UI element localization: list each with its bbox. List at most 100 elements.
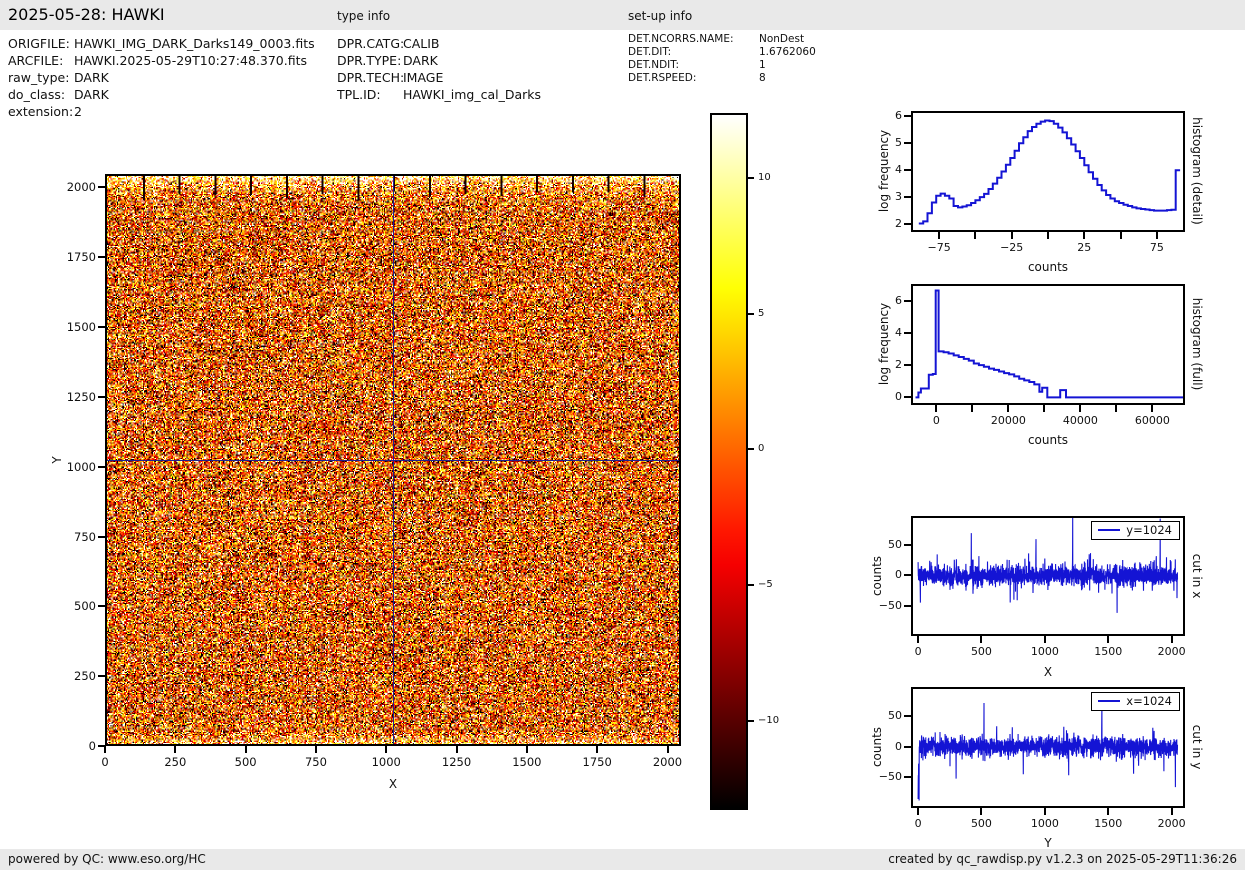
x-tick-label: 20000 bbox=[978, 414, 1038, 427]
x-tick-mark bbox=[1011, 232, 1013, 239]
x-tick-mark bbox=[1151, 405, 1153, 412]
y-tick-label: 0 bbox=[856, 568, 902, 581]
y-tick-label: 4 bbox=[856, 326, 902, 339]
footer-left-text: powered by QC: www.eso.org/HC bbox=[8, 852, 206, 866]
info-value: 2 bbox=[74, 103, 82, 120]
x-tick-mark bbox=[917, 808, 919, 815]
y-tick-label: 500 bbox=[50, 599, 96, 613]
colorbar-tick-label: 5 bbox=[758, 308, 764, 319]
setup-info-heading: set-up info bbox=[628, 9, 692, 23]
colorbar-tick-label: −10 bbox=[758, 715, 779, 726]
y-tick-mark bbox=[98, 396, 105, 398]
y-tick-mark bbox=[98, 326, 105, 328]
info-row: DET.RSPEED:8 bbox=[628, 72, 816, 85]
x-tick-label: 0 bbox=[906, 414, 966, 427]
detector-image-plot bbox=[105, 174, 681, 746]
colorbar-tick-label: 0 bbox=[758, 443, 764, 454]
y-tick-mark bbox=[98, 605, 105, 607]
file-info-block: ORIGFILE:HAWKI_IMG_DARK_Darks149_0003.fi… bbox=[8, 35, 315, 120]
y-tick-label: 0 bbox=[50, 739, 96, 753]
colorbar-tick-mark bbox=[748, 720, 754, 722]
y-tick-label: 1250 bbox=[50, 390, 96, 404]
x-tick-label: −25 bbox=[982, 241, 1042, 254]
y-tick-mark bbox=[904, 300, 911, 302]
x-tick-label: −75 bbox=[909, 241, 969, 254]
legend-line-sample bbox=[1098, 700, 1120, 702]
y-tick-label: 1750 bbox=[50, 250, 96, 264]
colorbar-tick-label: −5 bbox=[758, 579, 773, 590]
info-value: DARK bbox=[403, 52, 438, 69]
colorbar-tick-mark bbox=[748, 584, 754, 586]
info-value: HAWKI_img_cal_Darks bbox=[403, 86, 541, 103]
info-label: DET.DIT: bbox=[628, 46, 759, 59]
y-tick-mark bbox=[904, 746, 911, 748]
x-tick-label: 1000 bbox=[366, 755, 406, 769]
page-title: 2025-05-28: HAWKI bbox=[8, 5, 165, 24]
y-tick-mark bbox=[904, 196, 911, 198]
x-tick-label: 1000 bbox=[1015, 645, 1075, 658]
y-tick-label: 2000 bbox=[50, 180, 96, 194]
y-tick-mark bbox=[904, 223, 911, 225]
info-value: NonDest bbox=[759, 33, 804, 46]
info-row: TPL.ID:HAWKI_img_cal_Darks bbox=[337, 86, 541, 103]
y-tick-mark bbox=[904, 115, 911, 117]
info-row: extension:2 bbox=[8, 103, 315, 120]
x-tick-label: 40000 bbox=[1050, 414, 1110, 427]
info-row: raw_type:DARK bbox=[8, 69, 315, 86]
y-tick-label: 3 bbox=[856, 190, 902, 203]
legend-line-sample bbox=[1098, 529, 1120, 531]
info-label: extension: bbox=[8, 103, 74, 120]
histogram-detail-plot bbox=[911, 111, 1185, 232]
info-row: do_class:DARK bbox=[8, 86, 315, 103]
info-value: HAWKI_IMG_DARK_Darks149_0003.fits bbox=[74, 35, 315, 52]
x-tick-label: 0 bbox=[888, 645, 948, 658]
x-tick-mark bbox=[456, 746, 458, 753]
x-tick-label: 2000 bbox=[1142, 817, 1202, 830]
x-tick-mark bbox=[1115, 405, 1117, 412]
info-value: CALIB bbox=[403, 35, 440, 52]
cut-y-side-label: cut in y bbox=[1190, 725, 1204, 770]
info-label: DET.NDIT: bbox=[628, 59, 759, 72]
x-tick-mark bbox=[1107, 636, 1109, 643]
x-tick-mark bbox=[1047, 232, 1049, 239]
cut-y-line bbox=[918, 703, 1177, 801]
footer-right-text: created by qc_rawdisp.py v1.2.3 on 2025-… bbox=[888, 852, 1237, 866]
y-tick-label: 6 bbox=[856, 294, 902, 307]
y-tick-label: −50 bbox=[856, 599, 902, 612]
info-label: DET.RSPEED: bbox=[628, 72, 759, 85]
info-value: IMAGE bbox=[403, 69, 443, 86]
x-tick-mark bbox=[1171, 808, 1173, 815]
x-tick-label: 1750 bbox=[577, 755, 617, 769]
y-tick-mark bbox=[904, 142, 911, 144]
hist-full-side-label: histogram (full) bbox=[1190, 298, 1204, 391]
x-tick-mark bbox=[104, 746, 106, 753]
colorbar-tick-mark bbox=[748, 313, 754, 315]
x-tick-mark bbox=[980, 808, 982, 815]
x-tick-label: 1500 bbox=[507, 755, 547, 769]
x-tick-mark bbox=[1044, 808, 1046, 815]
info-label: DPR.TECH: bbox=[337, 69, 403, 86]
legend-label: y=1024 bbox=[1126, 523, 1172, 537]
y-tick-label: 750 bbox=[50, 530, 96, 544]
colorbar-gradient bbox=[712, 115, 746, 808]
info-row: ORIGFILE:HAWKI_IMG_DARK_Darks149_0003.fi… bbox=[8, 35, 315, 52]
histogram-full-plot bbox=[911, 284, 1185, 405]
x-tick-label: 500 bbox=[951, 817, 1011, 830]
legend-label: x=1024 bbox=[1126, 694, 1172, 708]
x-tick-label: 1000 bbox=[1015, 817, 1075, 830]
legend-cut-x: y=1024 bbox=[1091, 521, 1180, 540]
header-bar: 2025-05-28: HAWKI type info set-up info bbox=[0, 0, 1245, 30]
info-row: DPR.CATG:CALIB bbox=[337, 35, 541, 52]
y-tick-label: 5 bbox=[856, 136, 902, 149]
x-tick-mark bbox=[1171, 636, 1173, 643]
y-tick-mark bbox=[904, 544, 911, 546]
info-row: DET.DIT:1.6762060 bbox=[628, 46, 816, 59]
hist-detail-side-label: histogram (detail) bbox=[1190, 117, 1204, 225]
x-tick-mark bbox=[1083, 232, 1085, 239]
y-tick-mark bbox=[98, 186, 105, 188]
x-tick-label: 0 bbox=[888, 817, 948, 830]
info-value: DARK bbox=[74, 86, 109, 103]
y-tick-label: 1000 bbox=[50, 460, 96, 474]
x-tick-label: 2000 bbox=[1142, 645, 1202, 658]
footer-bar: powered by QC: www.eso.org/HC created by… bbox=[0, 849, 1245, 870]
